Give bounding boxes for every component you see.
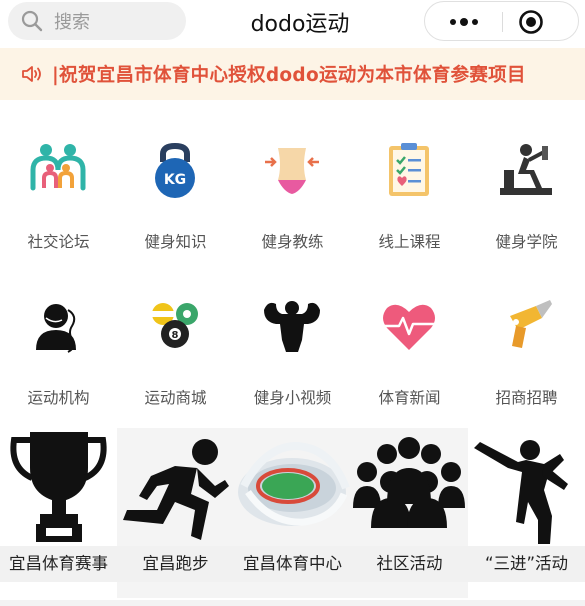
- featured-row: 宜昌体育赛事 宜昌跑步 宜昌体育中心 社区活动 “三进”活动: [0, 428, 585, 598]
- billiard-balls-icon: 8: [152, 303, 198, 348]
- runner-icon: [123, 439, 229, 540]
- search-icon: [21, 10, 43, 32]
- menu-row-1: 社交论坛 KG 健身知识 健身教练 线上课程 健身学院: [0, 140, 585, 260]
- menu-item-label: 健身小视频: [253, 389, 332, 407]
- tile-label: 宜昌体育赛事: [0, 546, 117, 582]
- mini-program-capsule: [424, 1, 579, 41]
- tile-yichang-running[interactable]: 宜昌跑步: [117, 428, 234, 598]
- search-label: 搜索: [54, 12, 90, 33]
- menu-item-label: 招商招聘: [495, 389, 558, 407]
- search-box[interactable]: 搜索: [8, 2, 186, 40]
- menu-item-label: 运动商城: [144, 389, 207, 407]
- menu-item-label: 线上课程: [378, 233, 441, 251]
- tile-label: “三进”活动: [468, 546, 585, 582]
- bottom-divider: [0, 600, 585, 606]
- menu-item-recruitment[interactable]: 招商招聘: [468, 296, 585, 416]
- page-title: dodo运动: [250, 12, 350, 37]
- menu-item-fitness-academy[interactable]: 健身学院: [468, 140, 585, 260]
- menu-item-sports-agencies[interactable]: 运动机构: [0, 296, 117, 416]
- kick-icon: [474, 440, 568, 544]
- tile-label: 宜昌跑步: [117, 546, 234, 582]
- drill-icon: [510, 300, 552, 348]
- tile-community-activities[interactable]: 社区活动: [351, 428, 468, 598]
- more-icon[interactable]: [447, 11, 481, 33]
- menu-item-label: 健身学院: [495, 233, 558, 251]
- menu-item-label: 体育新闻: [378, 389, 441, 407]
- menu-item-fitness-video[interactable]: 健身小视频: [234, 296, 351, 416]
- menu-item-label: 社交论坛: [27, 233, 90, 251]
- waist-icon: [265, 148, 319, 194]
- menu-item-fitness-coach[interactable]: 健身教练: [234, 140, 351, 260]
- crowd-icon: [353, 437, 465, 528]
- heart-pulse-icon: [383, 304, 435, 350]
- capsule-divider: [502, 12, 503, 32]
- tile-label: 宜昌体育中心: [234, 546, 351, 582]
- kettlebell-icon: KG: [155, 142, 195, 198]
- menu-item-sports-news[interactable]: 体育新闻: [351, 296, 468, 416]
- stadium-icon: [238, 441, 350, 526]
- tile-three-entry-activities[interactable]: “三进”活动: [468, 428, 585, 598]
- people-icon: [30, 144, 86, 191]
- menu-item-label: 健身教练: [261, 233, 324, 251]
- menu-item-social-forum[interactable]: 社交论坛: [0, 140, 117, 260]
- checklist-icon: [389, 143, 429, 196]
- trophy-icon: [10, 432, 107, 542]
- tile-yichang-sports-center[interactable]: 宜昌体育中心: [234, 428, 351, 598]
- notice-bar[interactable]: |祝贺宜昌市体育中心授权dodo运动为本市体育参赛项目: [0, 48, 585, 100]
- svg-text:8: 8: [172, 330, 179, 341]
- rowing-machine-icon: [500, 144, 552, 195]
- menu-item-fitness-knowledge[interactable]: KG 健身知识: [117, 140, 234, 260]
- menu-item-online-courses[interactable]: 线上课程: [351, 140, 468, 260]
- menu-item-label: 健身知识: [144, 233, 207, 251]
- tile-yichang-sports-events[interactable]: 宜昌体育赛事: [0, 428, 117, 598]
- agent-icon: [36, 304, 76, 353]
- muscle-icon: [264, 301, 320, 352]
- notice-text: |祝贺宜昌市体育中心授权dodo运动为本市体育参赛项目: [52, 65, 526, 86]
- tile-label: 社区活动: [351, 546, 468, 582]
- top-bar: 搜索 dodo运动: [0, 0, 585, 44]
- menu-item-label: 运动机构: [27, 389, 90, 407]
- menu-item-sports-mall[interactable]: 8 运动商城: [117, 296, 234, 416]
- svg-text:KG: KG: [164, 172, 186, 188]
- speaker-icon: [22, 66, 41, 82]
- close-program-icon[interactable]: [518, 9, 544, 35]
- menu-row-2: 运动机构 8 运动商城 健身小视频 体育新闻 招商招聘: [0, 296, 585, 416]
